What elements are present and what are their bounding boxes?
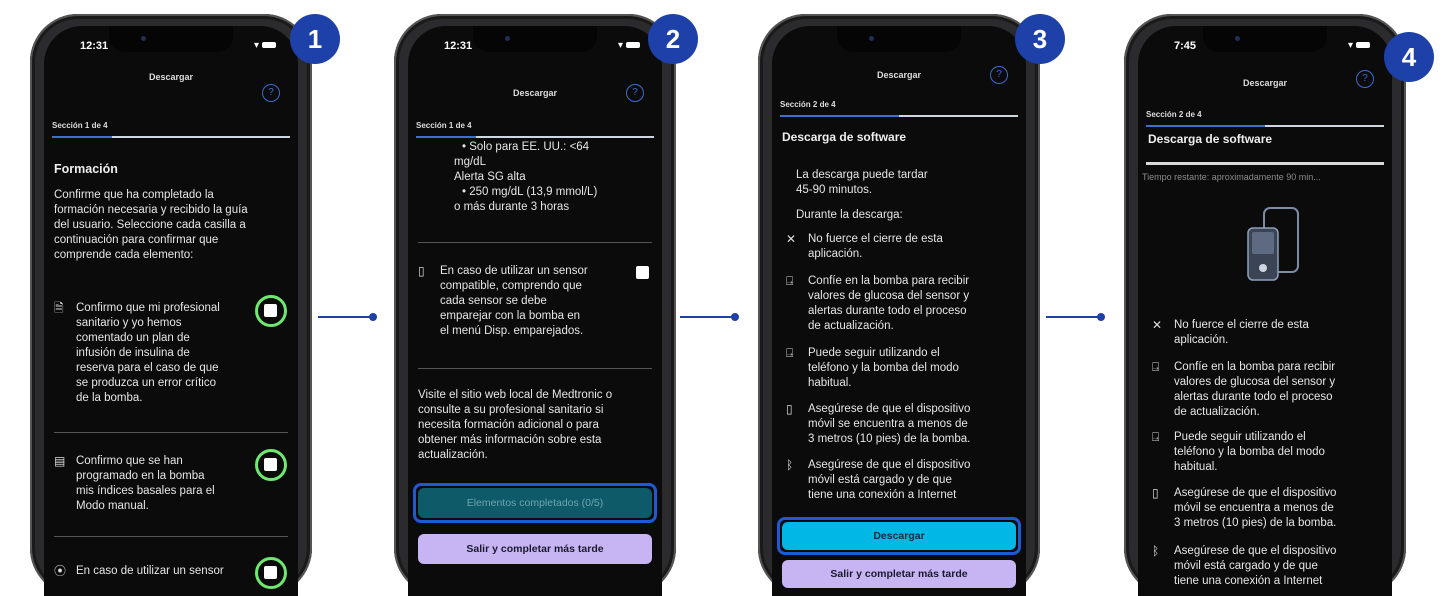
section-heading: Descarga de software xyxy=(1148,132,1273,146)
divider xyxy=(418,242,652,243)
step-connector xyxy=(318,313,377,321)
phone-range-icon: ▯ xyxy=(1152,486,1159,500)
device-illustration xyxy=(1247,207,1299,281)
help-icon[interactable]: ? xyxy=(990,66,1008,84)
section-label: Sección 2 de 4 xyxy=(1146,110,1202,119)
phone-step-1: 12:31 ▾ Descargar ? Sección 1 de 4 Forma… xyxy=(30,14,312,596)
help-icon[interactable]: ? xyxy=(262,84,280,102)
app-title: Descargar xyxy=(1242,78,1288,88)
phone-range-icon: ▯ xyxy=(786,402,793,416)
step-badge-2: 2 xyxy=(648,14,698,64)
screen-step-3: Descargar ? Sección 2 de 4 Descarga de s… xyxy=(772,26,1026,596)
criteria-text: • Solo para EE. UU.: <64 mg/dL Alerta SG a… xyxy=(454,141,598,213)
phone-icon: ▯ xyxy=(418,264,425,278)
notch xyxy=(837,26,961,52)
highlight-box xyxy=(413,483,657,523)
exit-later-button[interactable]: Salir y completar más tarde xyxy=(418,534,652,564)
app-title: Descargar xyxy=(876,70,922,80)
screen-step-2: 12:31 ▾ Descargar ? Sección 1 de 4 • Sol… xyxy=(408,26,662,596)
phone-step-2: 12:31 ▾ Descargar ? Sección 1 de 4 • Sol… xyxy=(394,14,676,596)
close-icon: ✕ xyxy=(1152,318,1163,332)
section-label: Sección 2 de 4 xyxy=(780,100,836,109)
status-time: 12:31 xyxy=(80,40,109,52)
notch xyxy=(109,26,233,52)
help-icon[interactable]: ? xyxy=(626,84,644,102)
section-label: Sección 1 de 4 xyxy=(52,121,108,130)
section-heading: Formación xyxy=(54,162,118,176)
phone-step-4: 7:45 ▾ Descargar ? Sección 2 de 4 Descar… xyxy=(1124,14,1406,596)
document-icon: 🗎 xyxy=(54,301,64,315)
divider xyxy=(54,536,288,537)
section-progress xyxy=(52,136,290,138)
notch xyxy=(1203,26,1327,52)
highlight-ring xyxy=(255,295,287,327)
form-icon: ▤ xyxy=(54,454,66,468)
duration-text: La descarga puede tardar 45-90 minutos. xyxy=(796,169,928,196)
divider xyxy=(54,432,288,433)
status-time: 12:31 xyxy=(444,40,473,52)
notch xyxy=(473,26,597,52)
step-badge-3: 3 xyxy=(1015,14,1065,64)
section-progress xyxy=(416,136,654,138)
app-title: Descargar xyxy=(512,88,558,98)
section-label: Sección 1 de 4 xyxy=(416,121,472,130)
close-icon: ✕ xyxy=(786,232,797,246)
highlight-ring xyxy=(255,449,287,481)
pump-icon: ⍈ xyxy=(1152,360,1160,374)
section-progress xyxy=(1146,125,1384,127)
step-connector xyxy=(1046,313,1105,321)
screen-step-4: 7:45 ▾ Descargar ? Sección 2 de 4 Descar… xyxy=(1138,26,1392,596)
bluetooth-icon: ᛒ xyxy=(1152,544,1160,558)
phone-step-3: Descargar ? Sección 2 de 4 Descarga de s… xyxy=(758,14,1040,596)
status-icons: ▾ xyxy=(1348,40,1370,51)
step-badge-1: 1 xyxy=(290,14,340,64)
status-time: 7:45 xyxy=(1174,40,1197,52)
highlight-box xyxy=(777,517,1021,555)
time-remaining: Tiempo restante: aproximadamente 90 min.… xyxy=(1142,172,1321,182)
info-text: Visite el sitio web local de Medtronic o… xyxy=(418,389,613,461)
status-icons: ▾ xyxy=(254,40,276,51)
section-heading: Descarga de software xyxy=(782,130,907,144)
exit-later-button[interactable]: Salir y completar más tarde xyxy=(782,560,1016,588)
intro-text: Confirme que ha completado la formación n… xyxy=(54,189,248,261)
pump-icon: ⍈ xyxy=(786,346,794,360)
highlight-ring xyxy=(255,557,287,589)
section-progress xyxy=(780,115,1018,117)
battery-icon xyxy=(1356,42,1370,49)
screen-step-1: 12:31 ▾ Descargar ? Sección 1 de 4 Forma… xyxy=(44,26,298,596)
pump-icon: ⍈ xyxy=(786,274,794,288)
divider xyxy=(418,368,652,369)
pump-icon: ⍈ xyxy=(1152,430,1160,444)
help-icon[interactable]: ? xyxy=(1356,70,1374,88)
during-label: Durante la descarga: xyxy=(796,209,903,221)
battery-icon xyxy=(626,42,640,49)
battery-icon xyxy=(262,42,276,49)
step-connector xyxy=(680,313,739,321)
sensor-icon: ⦿ xyxy=(54,564,67,578)
bluetooth-icon: ᛒ xyxy=(786,458,794,472)
status-icons: ▾ xyxy=(618,40,640,51)
step-badge-4: 4 xyxy=(1384,32,1434,82)
app-title: Descargar xyxy=(148,72,194,82)
checkbox-sensor-pairing[interactable] xyxy=(636,266,649,279)
download-progress-bar xyxy=(1146,162,1384,165)
